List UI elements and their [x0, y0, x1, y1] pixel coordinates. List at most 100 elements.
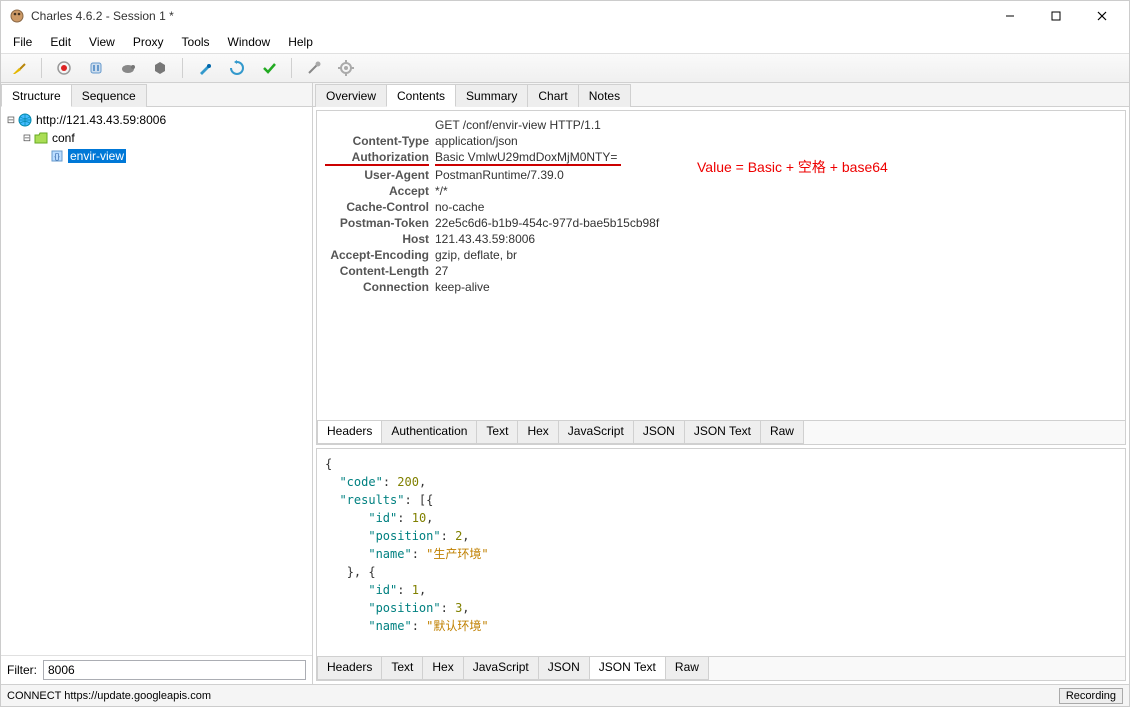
turtle-icon[interactable]	[116, 56, 140, 80]
detail-tab-contents[interactable]: Contents	[386, 84, 456, 107]
header-row: Cache-Control no-cache	[325, 199, 1117, 215]
structure-tabs: StructureSequence	[1, 83, 312, 107]
menu-tools[interactable]: Tools	[174, 33, 218, 51]
collapse-icon[interactable]: ⊟	[21, 133, 33, 144]
menu-help[interactable]: Help	[280, 33, 321, 51]
req-subtab-raw[interactable]: Raw	[760, 421, 804, 444]
header-value: 121.43.43.59:8006	[435, 232, 1117, 246]
folder-icon	[33, 130, 49, 146]
req-subtab-text[interactable]: Text	[476, 421, 518, 444]
header-row: Content-Type application/json	[325, 133, 1117, 149]
header-key: Content-Type	[325, 134, 429, 148]
req-subtab-javascript[interactable]: JavaScript	[558, 421, 634, 444]
header-value: 27	[435, 264, 1117, 278]
detail-tab-chart[interactable]: Chart	[527, 84, 578, 107]
close-button[interactable]	[1079, 1, 1125, 31]
header-value: */*	[435, 184, 1117, 198]
maximize-button[interactable]	[1033, 1, 1079, 31]
response-subtabs: HeadersTextHexJavaScriptJSONJSON TextRaw	[317, 656, 1125, 680]
collapse-icon[interactable]: ⊟	[5, 115, 17, 126]
resp-subtab-text[interactable]: Text	[381, 657, 423, 680]
header-row: Accept*/*	[325, 183, 1117, 199]
breakpoint-icon[interactable]	[148, 56, 172, 80]
tools-icon[interactable]	[302, 56, 326, 80]
tree-host-label: http://121.43.43.59:8006	[36, 113, 166, 127]
pen-icon[interactable]	[193, 56, 217, 80]
detail-tab-overview[interactable]: Overview	[315, 84, 387, 107]
header-row: Postman-Token 22e5c6d6-b1b9-454c-977d-bae…	[325, 215, 1117, 231]
left-pane: StructureSequence ⊟ http://121.43.43.59:…	[1, 83, 313, 684]
detail-tab-notes[interactable]: Notes	[578, 84, 631, 107]
tree-host-row[interactable]: ⊟ http://121.43.43.59:8006	[3, 111, 310, 129]
settings-icon[interactable]	[334, 56, 358, 80]
header-key: Connection	[325, 280, 429, 294]
repeat-icon[interactable]	[225, 56, 249, 80]
svg-text:{}: {}	[54, 152, 60, 161]
header-value: keep-alive	[435, 280, 1117, 294]
header-value: 22e5c6d6-b1b9-454c-977d-bae5b15cb98f	[435, 216, 1117, 230]
tab-sequence[interactable]: Sequence	[71, 84, 147, 107]
header-key: Postman-Token	[325, 216, 429, 230]
detail-tabs: OverviewContentsSummaryChartNotes	[313, 83, 1129, 107]
req-subtab-json-text[interactable]: JSON Text	[684, 421, 761, 444]
filter-input[interactable]	[43, 660, 306, 680]
header-value: Basic VmlwU29mdDoxMjM0NTY=	[435, 150, 621, 166]
status-bar: CONNECT https://update.googleapis.com Re…	[1, 684, 1129, 706]
header-value: application/json	[435, 134, 1117, 148]
menu-view[interactable]: View	[81, 33, 123, 51]
response-pane: { "code": 200, "results": [{ "id": 10, "…	[316, 448, 1126, 681]
broom-icon[interactable]	[7, 56, 31, 80]
minimize-button[interactable]	[987, 1, 1033, 31]
header-key: Cache-Control	[325, 200, 429, 214]
resp-subtab-hex[interactable]: Hex	[422, 657, 463, 680]
header-key: Accept-Encoding	[325, 248, 429, 262]
req-subtab-headers[interactable]: Headers	[317, 421, 382, 444]
tab-structure[interactable]: Structure	[1, 84, 72, 107]
menu-edit[interactable]: Edit	[42, 33, 79, 51]
request-icon: {}	[49, 148, 65, 164]
annotation-text: Value = Basic + 空格 + base64	[697, 157, 888, 177]
resp-subtab-raw[interactable]: Raw	[665, 657, 709, 680]
window-title: Charles 4.6.2 - Session 1 *	[31, 9, 987, 23]
recording-indicator[interactable]: Recording	[1059, 688, 1123, 704]
title-bar: Charles 4.6.2 - Session 1 *	[1, 1, 1129, 31]
main-area: StructureSequence ⊟ http://121.43.43.59:…	[1, 83, 1129, 684]
toolbar	[1, 53, 1129, 83]
req-subtab-json[interactable]: JSON	[633, 421, 685, 444]
header-row: Content-Length27	[325, 263, 1117, 279]
app-icon	[9, 8, 25, 24]
request-pane: GET /conf/envir-view HTTP/1.1 Content-Ty…	[316, 110, 1126, 445]
resp-subtab-json[interactable]: JSON	[538, 657, 590, 680]
header-row: Connection keep-alive	[325, 279, 1117, 295]
record-icon[interactable]	[52, 56, 76, 80]
menu-proxy[interactable]: Proxy	[125, 33, 172, 51]
header-value: no-cache	[435, 200, 1117, 214]
resp-subtab-json-text[interactable]: JSON Text	[589, 657, 666, 680]
tree-leaf-label: envir-view	[68, 149, 126, 163]
req-subtab-authentication[interactable]: Authentication	[381, 421, 477, 444]
request-headers-view[interactable]: GET /conf/envir-view HTTP/1.1 Content-Ty…	[317, 111, 1125, 420]
menu-file[interactable]: File	[5, 33, 40, 51]
header-key: User-Agent	[325, 168, 429, 182]
request-subtabs: HeadersAuthenticationTextHexJavaScriptJS…	[317, 420, 1125, 444]
tree-folder-label: conf	[52, 131, 75, 145]
request-first-line: GET /conf/envir-view HTTP/1.1	[435, 118, 1117, 132]
menu-bar: FileEditViewProxyToolsWindowHelp	[1, 31, 1129, 53]
session-tree[interactable]: ⊟ http://121.43.43.59:8006 ⊟ conf {} env…	[1, 107, 312, 655]
header-key: Authorization	[325, 150, 429, 166]
resp-subtab-javascript[interactable]: JavaScript	[463, 657, 539, 680]
throttle-icon[interactable]	[84, 56, 108, 80]
globe-icon	[17, 112, 33, 128]
resp-subtab-headers[interactable]: Headers	[317, 657, 382, 680]
menu-window[interactable]: Window	[220, 33, 279, 51]
tree-folder-row[interactable]: ⊟ conf	[3, 129, 310, 147]
detail-tab-summary[interactable]: Summary	[455, 84, 528, 107]
filter-label: Filter:	[7, 663, 37, 677]
header-value: gzip, deflate, br	[435, 248, 1117, 262]
header-row: Accept-Encoding gzip, deflate, br	[325, 247, 1117, 263]
validate-icon[interactable]	[257, 56, 281, 80]
response-json-view[interactable]: { "code": 200, "results": [{ "id": 10, "…	[317, 449, 1125, 656]
header-key: Host	[325, 232, 429, 246]
req-subtab-hex[interactable]: Hex	[517, 421, 558, 444]
tree-leaf-row[interactable]: {} envir-view	[3, 147, 310, 165]
